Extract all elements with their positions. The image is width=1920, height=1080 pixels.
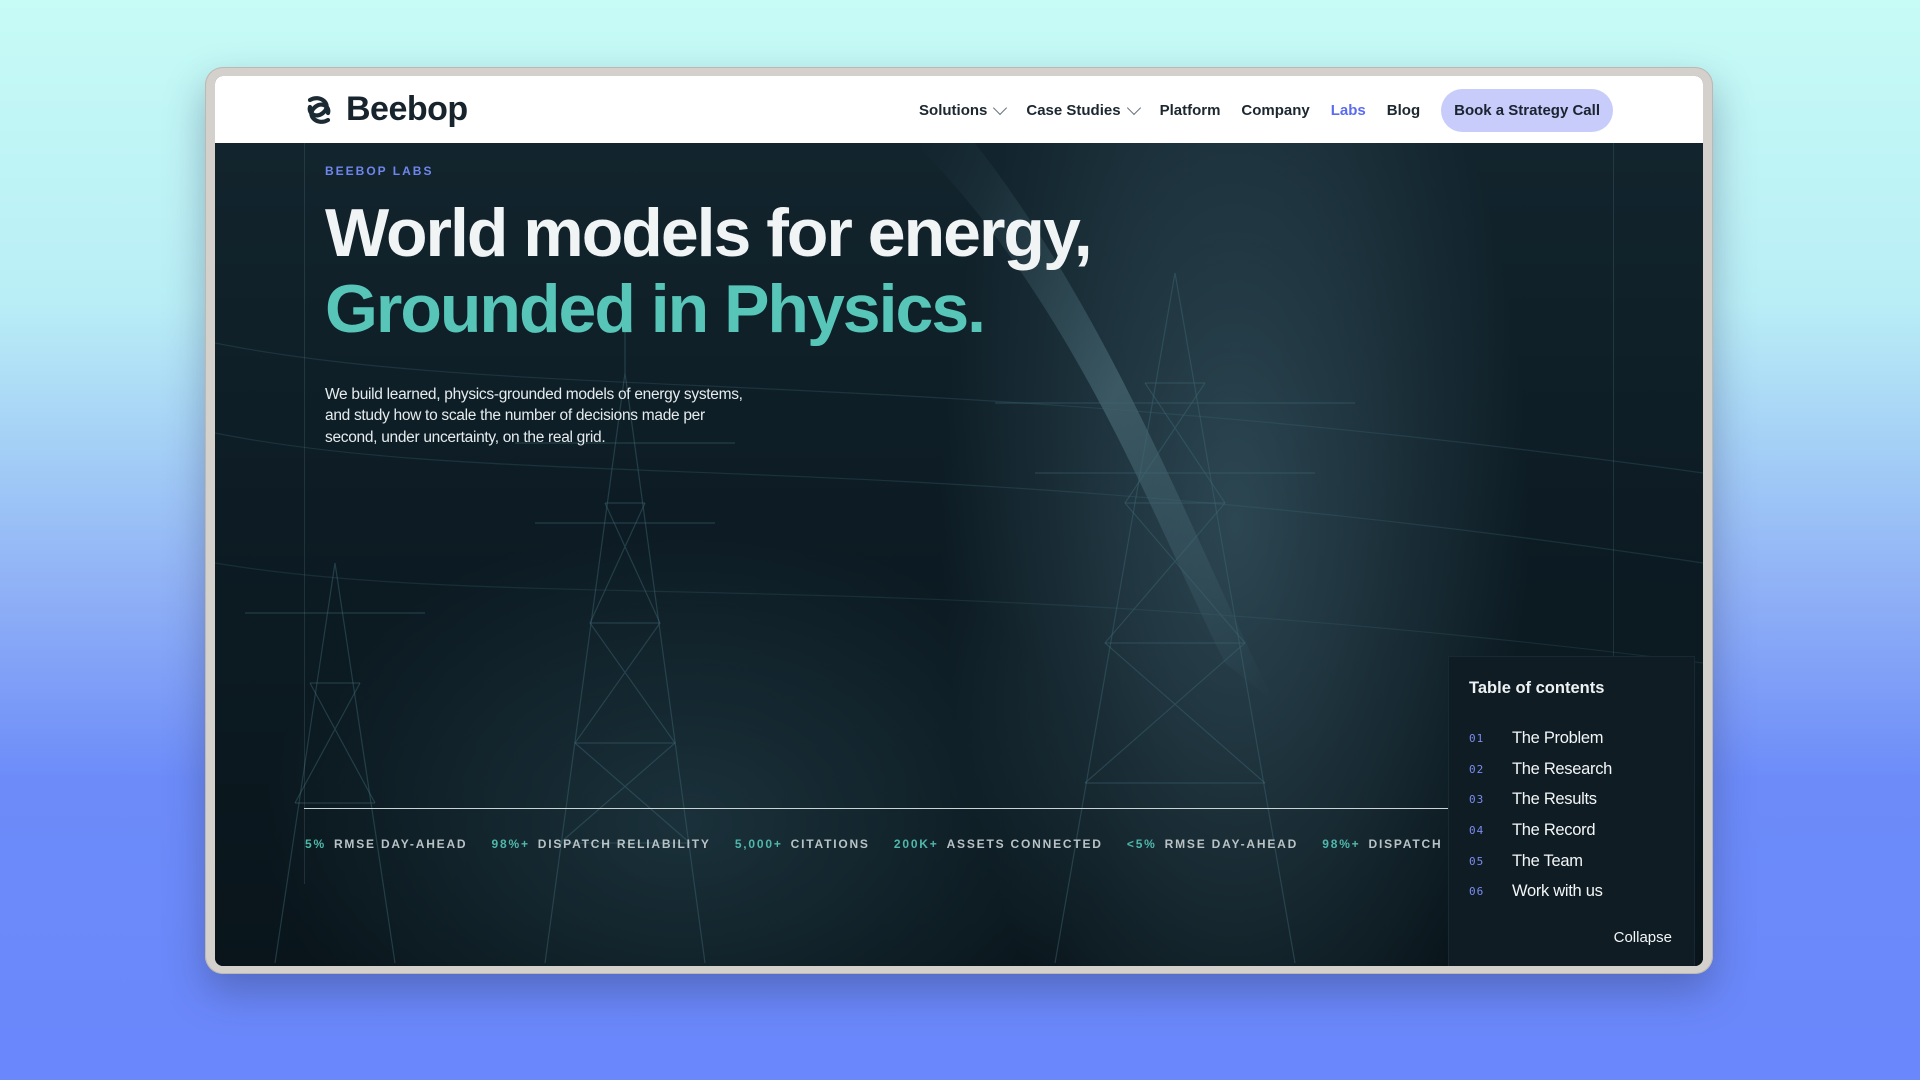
ticker-label: DISPATCH RELIABILITY [537, 837, 711, 851]
toc-item-the-research[interactable]: 02 The Research [1469, 754, 1612, 785]
toc-collapse-button[interactable]: Collapse [1614, 929, 1672, 946]
stats-ticker: 5% RMSE DAY-AHEAD 98%+ DISPATCH RELIABILIT… [305, 837, 1449, 851]
nav-item-label: Solutions [919, 101, 988, 119]
chevron-down-icon [1126, 100, 1141, 115]
toc-item-number: 02 [1469, 762, 1485, 776]
nav-item-label: Company [1241, 101, 1310, 119]
hero-title-line-1: World models for energy, [325, 195, 1093, 271]
toc-item-work-with-us[interactable]: 06 Work with us [1469, 876, 1612, 907]
browser-screen: Beebop Solutions Case Studies Platform C… [215, 76, 1703, 966]
ticker-label: CITATIONS [790, 837, 870, 851]
top-nav: Beebop Solutions Case Studies Platform C… [215, 76, 1703, 144]
ticker-label: RMSE DAY-AHEAD [1164, 837, 1299, 851]
toc-item-number: 06 [1469, 885, 1485, 899]
nav-item-company[interactable]: Company [1241, 102, 1309, 119]
toc-item-number: 01 [1469, 731, 1485, 745]
brand-name: Beebop [346, 90, 468, 128]
nav-item-label: Case Studies [1026, 101, 1121, 119]
nav-item-platform[interactable]: Platform [1160, 102, 1221, 119]
toc-item-label: The Team [1512, 851, 1583, 870]
toc-item-label: The Research [1512, 759, 1613, 778]
toc-item-the-problem[interactable]: 01 The Problem [1469, 723, 1612, 754]
nav-item-labs[interactable]: Labs [1331, 102, 1366, 119]
hero-eyebrow: BEEBOP LABS [325, 164, 434, 178]
toc-item-the-record[interactable]: 04 The Record [1469, 815, 1612, 846]
ticker-value: 98%+ [491, 837, 530, 851]
ticker-value: 200K+ [893, 837, 939, 851]
hero-title: World models for energy, Grounded in Phy… [325, 195, 1093, 347]
nav-item-solutions[interactable]: Solutions [919, 100, 1008, 119]
toc-item-number: 04 [1469, 823, 1485, 837]
toc-item-label: Work with us [1512, 882, 1603, 901]
toc-item-the-team[interactable]: 05 The Team [1469, 846, 1612, 877]
ticker-value: 98%+ [1322, 837, 1361, 851]
beebop-logo-icon [307, 95, 331, 124]
brand-logo[interactable]: Beebop [302, 90, 468, 129]
hero-title-line-2: Grounded in Physics. [325, 271, 986, 347]
ticker-label: DISPATCH RELIABILITY [1368, 837, 1449, 851]
toc-item-the-results[interactable]: 03 The Results [1469, 784, 1612, 815]
toc-item-number: 03 [1469, 793, 1485, 807]
ticker-label: RMSE DAY-AHEAD [333, 837, 468, 851]
ticker-label: ASSETS CONNECTED [946, 837, 1103, 851]
ticker-divider [304, 808, 1449, 809]
ticker-value: 5% [305, 837, 326, 851]
ticker-item: 200K+ ASSETS CONNECTED [894, 837, 1103, 851]
hero-description: We build learned, physics-grounded model… [325, 385, 743, 446]
layout-guide-left [304, 143, 305, 884]
ticker-value: 5,000+ [734, 837, 783, 851]
nav-item-label: Labs [1330, 101, 1366, 119]
toc-title: Table of contents [1469, 679, 1605, 697]
device-frame: Beebop Solutions Case Studies Platform C… [205, 67, 1713, 974]
nav-item-label: Platform [1159, 101, 1221, 119]
chevron-down-icon [993, 100, 1008, 115]
nav-links: Solutions Case Studies Platform Company … [898, 88, 1613, 132]
toc-item-number: 05 [1469, 854, 1485, 868]
table-of-contents-panel: Table of contents 01 The Problem 02 The Re… [1448, 656, 1695, 966]
nav-item-blog[interactable]: Blog [1387, 102, 1420, 119]
toc-item-label: The Problem [1512, 728, 1604, 747]
ticker-item: <5% RMSE DAY-AHEAD [1127, 837, 1298, 851]
toc-list: 01 The Problem 02 The Research 03 The Resul… [1469, 723, 1612, 907]
nav-item-label: Blog [1386, 101, 1421, 119]
toc-item-label: The Results [1512, 790, 1597, 809]
ticker-item: 5% RMSE DAY-AHEAD [305, 837, 467, 851]
ticker-value: <5% [1126, 837, 1157, 851]
nav-item-case-studies[interactable]: Case Studies [1026, 100, 1141, 119]
ticker-item: 98%+ DISPATCH RELIABILITY [1322, 837, 1449, 851]
toc-item-label: The Record [1512, 820, 1596, 839]
book-strategy-call-button[interactable]: Book a Strategy Call [1441, 88, 1613, 132]
ticker-item: 5,000+ CITATIONS [735, 837, 870, 851]
ticker-item: 98%+ DISPATCH RELIABILITY [492, 837, 711, 851]
